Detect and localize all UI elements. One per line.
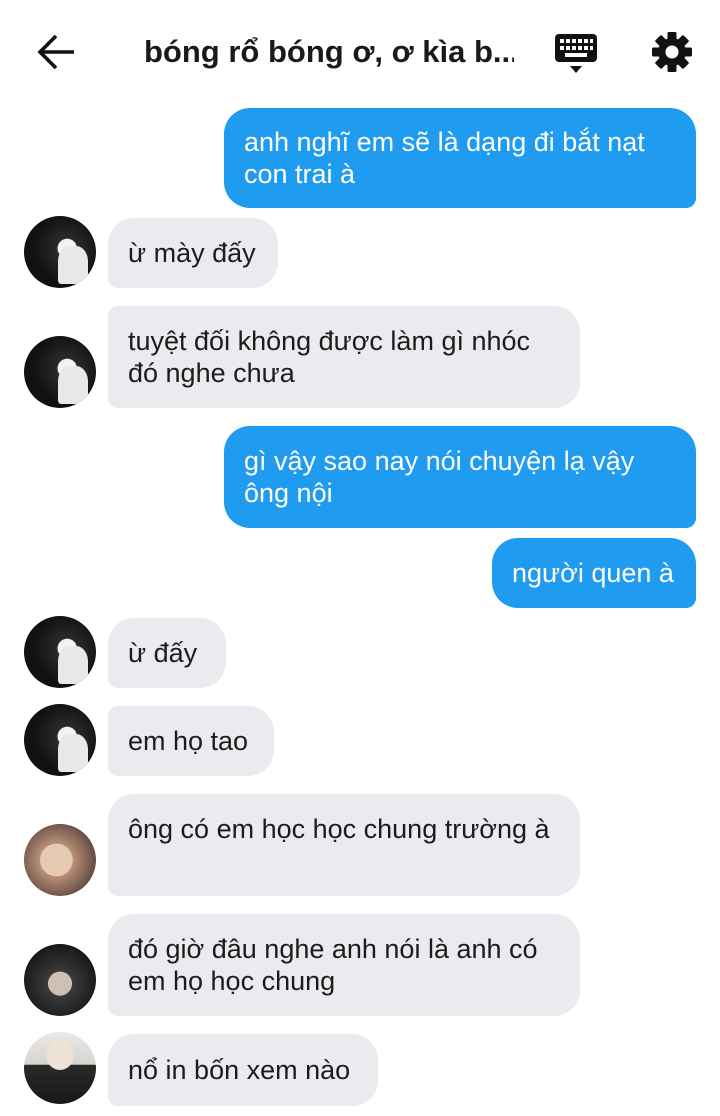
- back-button[interactable]: [34, 32, 78, 72]
- chat-header: bóng rổ bóng ơ, ơ kìa b...: [0, 0, 720, 100]
- avatar[interactable]: [24, 616, 96, 688]
- arrow-left-icon: [37, 34, 74, 70]
- message-text: đó giờ đâu nghe anh nói là anh có em họ …: [128, 934, 538, 996]
- conversation-title[interactable]: bóng rổ bóng ơ, ơ kìa b...: [144, 30, 514, 74]
- gear-icon: [652, 32, 692, 72]
- message-text: gì vậy sao nay nói chuyện lạ vậy ông nội: [244, 446, 635, 508]
- avatar[interactable]: [24, 944, 96, 1016]
- keyboard-icon: [555, 34, 597, 73]
- message-text: nổ in bốn xem nào: [128, 1055, 351, 1085]
- avatar[interactable]: [24, 704, 96, 776]
- incoming-message[interactable]: đó giờ đâu nghe anh nói là anh có em họ …: [108, 914, 580, 1016]
- message-text: em họ tao: [128, 726, 249, 756]
- incoming-message[interactable]: em họ tao: [108, 706, 274, 776]
- message-text: anh nghĩ em sẽ là dạng đi bắt nạt con tr…: [244, 127, 645, 189]
- message-text: tuyệt đối không được làm gì nhóc đó nghe…: [128, 326, 531, 388]
- avatar[interactable]: [24, 336, 96, 408]
- outgoing-message[interactable]: người quen à: [492, 538, 696, 608]
- message-text: người quen à: [512, 558, 674, 588]
- incoming-message[interactable]: ông có em học học chung trường à: [108, 794, 580, 896]
- keyboard-button[interactable]: [552, 30, 600, 76]
- avatar[interactable]: [24, 216, 96, 288]
- avatar[interactable]: [24, 1032, 96, 1104]
- incoming-message[interactable]: ừ mày đấy: [108, 218, 278, 288]
- message-text: ừ mày đấy: [128, 238, 256, 268]
- settings-button[interactable]: [650, 30, 694, 74]
- incoming-message[interactable]: nổ in bốn xem nào: [108, 1034, 378, 1106]
- message-text: ừ đấy: [128, 638, 198, 668]
- outgoing-message[interactable]: anh nghĩ em sẽ là dạng đi bắt nạt con tr…: [224, 108, 696, 208]
- incoming-message[interactable]: tuyệt đối không được làm gì nhóc đó nghe…: [108, 306, 580, 408]
- incoming-message[interactable]: ừ đấy: [108, 618, 226, 688]
- message-text: ông có em học học chung trường à: [128, 814, 550, 844]
- avatar[interactable]: [24, 824, 96, 896]
- outgoing-message[interactable]: gì vậy sao nay nói chuyện lạ vậy ông nội: [224, 426, 696, 528]
